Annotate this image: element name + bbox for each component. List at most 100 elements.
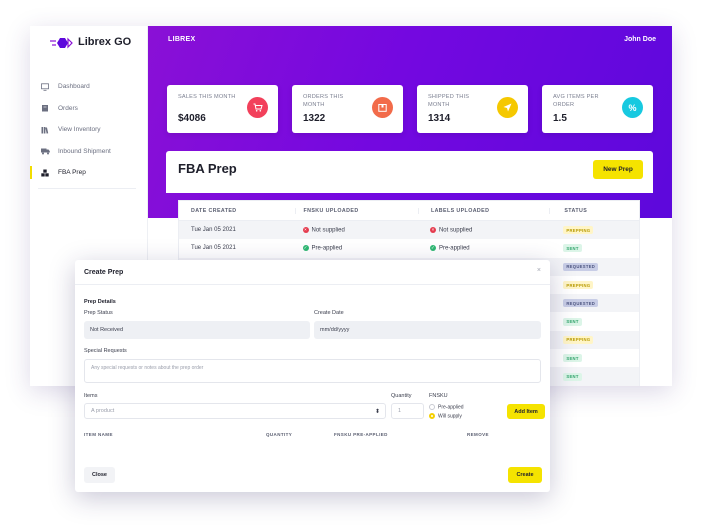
stat-card-sales: SALES THIS MONTH $4086: [167, 85, 278, 133]
fba-prep-header: FBA Prep New Prep: [166, 151, 653, 193]
status-badge: PREPPING: [563, 281, 594, 290]
stat-card-avg-items: AVG ITEMS PER ORDER 1.5 %: [542, 85, 653, 133]
status-cell: SENT: [549, 372, 639, 381]
status-badge: SENT: [563, 244, 582, 253]
select-arrows-icon: ⬍: [374, 408, 380, 415]
send-icon: [497, 97, 518, 118]
modal-divider: [75, 284, 550, 285]
sidebar-item-label: Inbound Shipment: [58, 147, 111, 155]
items-table-header: ITEM NAME QUANTITY FNSKU PRE-APPLIED REM…: [84, 432, 541, 437]
sidebar-item-inbound-shipment[interactable]: Inbound Shipment: [30, 141, 148, 163]
create-button[interactable]: Create: [508, 467, 542, 483]
close-icon[interactable]: ×: [537, 267, 541, 274]
sidebar-item-label: FBA Prep: [58, 169, 86, 177]
sidebar-item-fba-prep[interactable]: FBA Prep: [30, 162, 148, 184]
fnsku-label: FNSKU: [429, 393, 448, 399]
add-item-button[interactable]: Add Item: [507, 404, 545, 419]
column-header: REMOVE: [467, 432, 489, 437]
check-circle-icon: ✓: [302, 245, 309, 252]
x-circle-icon: ×: [302, 226, 309, 233]
sidebar-item-dashboard[interactable]: Dashboard: [30, 76, 148, 98]
brand-label: LIBREX: [168, 36, 196, 43]
sidebar-item-label: View Inventory: [58, 126, 101, 134]
sidebar-item-inventory[interactable]: View Inventory: [30, 119, 148, 141]
close-button[interactable]: Close: [84, 467, 115, 483]
status-badge: REQUESTED: [563, 299, 599, 308]
sidebar-item-label: Dashboard: [58, 83, 90, 91]
status-badge: SENT: [563, 317, 582, 326]
stat-card-shipped: SHIPPED THIS MONTH 1314: [417, 85, 528, 133]
column-header[interactable]: DATE CREATED: [179, 208, 295, 214]
table-row[interactable]: Tue Jan 05 2021 × Not supplied × Not suppl…: [179, 221, 639, 240]
stat-value: $4086: [178, 113, 206, 124]
status-cell: SENT: [549, 317, 639, 326]
radio-selected-icon: [429, 413, 435, 419]
stat-label: AVG ITEMS PER ORDER: [553, 94, 599, 108]
books-icon: [41, 126, 49, 134]
logo-icon: [50, 36, 74, 49]
cart-icon: [247, 97, 268, 118]
status-badge: REQUESTED: [563, 262, 599, 271]
status-cell: REQUESTED: [549, 299, 639, 308]
status-cell: SENT: [549, 354, 639, 363]
radio-label: Pre-applied: [438, 404, 464, 411]
page-title: FBA Prep: [178, 161, 237, 176]
stat-label: SALES THIS MONTH: [178, 94, 236, 100]
sidebar-divider: [38, 188, 136, 189]
column-header[interactable]: STATUS: [549, 207, 639, 214]
boxes-icon: [41, 169, 49, 177]
fnsku-option-preapplied[interactable]: Pre-applied: [429, 404, 464, 410]
prep-status-label: Prep Status: [84, 310, 113, 316]
items-label: Items: [84, 393, 98, 399]
create-prep-modal: Create Prep × Prep Details Prep Status N…: [75, 260, 550, 492]
new-prep-button[interactable]: New Prep: [593, 160, 643, 179]
prep-status-field[interactable]: Not Received: [84, 321, 310, 339]
table-row[interactable]: Tue Jan 05 2021 ✓ Pre-applied ✓ Pre-applie…: [179, 239, 639, 257]
monitor-icon: [41, 83, 49, 91]
box-icon: [41, 104, 49, 112]
truck-icon: [41, 147, 50, 155]
quantity-stepper[interactable]: 1: [391, 403, 424, 419]
logo-text: Librex GO: [78, 36, 132, 48]
create-date-field[interactable]: mm/dd/yyyy: [314, 321, 541, 339]
stat-label: ORDERS THIS MONTH: [303, 94, 344, 108]
check-circle-icon: ✓: [429, 245, 436, 252]
percent-icon: %: [622, 97, 643, 118]
logo[interactable]: Librex GO: [50, 34, 131, 50]
labels-cell: ✓ Pre-applied: [418, 245, 549, 252]
special-requests-input[interactable]: Any special requests or notes about the …: [84, 359, 541, 383]
labels-cell: × Not supplied: [418, 226, 549, 234]
status-cell: PREPPING: [549, 281, 639, 290]
x-circle-icon: ×: [429, 226, 436, 233]
stat-value: 1322: [303, 113, 326, 124]
stat-card-orders: ORDERS THIS MONTH 1322: [292, 85, 403, 133]
fnsku-value: Not supplied: [311, 227, 345, 234]
radio-label: Will supply: [438, 413, 462, 420]
quantity-label: Quantity: [391, 393, 412, 399]
status-cell: REQUESTED: [549, 262, 639, 271]
section-heading: Prep Details: [84, 299, 116, 305]
labels-value: Not supplied: [438, 227, 473, 234]
status-badge: PREPPING: [563, 226, 594, 235]
fnsku-cell: ✓ Pre-applied: [295, 245, 418, 252]
package-icon: [372, 97, 393, 118]
fnsku-option-will-supply[interactable]: Will supply: [429, 413, 462, 419]
column-header: FNSKU PRE-APPLIED: [334, 432, 388, 437]
status-badge: PREPPING: [563, 335, 594, 344]
date-cell: Tue Jan 05 2021: [191, 227, 236, 234]
labels-value: Pre-applied: [438, 245, 470, 252]
create-date-label: Create Date: [314, 310, 344, 316]
sidebar-nav: Dashboard Orders View Inventory Inbound …: [30, 76, 148, 184]
sidebar-item-orders[interactable]: Orders: [30, 98, 148, 120]
status-badge: SENT: [563, 354, 582, 363]
special-requests-label: Special Requests: [84, 348, 127, 354]
date-cell: Tue Jan 05 2021: [191, 245, 236, 252]
stat-value: 1.5: [553, 113, 567, 124]
table-header: DATE CREATED FNSKU UPLOADED LABELS UPLOA…: [179, 201, 639, 221]
column-header[interactable]: LABELS UPLOADED: [417, 207, 549, 214]
user-menu[interactable]: John Doe: [624, 36, 656, 43]
stat-value: 1314: [428, 113, 451, 124]
stat-label: SHIPPED THIS MONTH: [428, 94, 470, 108]
column-header[interactable]: FNSKU UPLOADED: [294, 207, 418, 214]
product-select[interactable]: A product ⬍: [84, 403, 386, 419]
